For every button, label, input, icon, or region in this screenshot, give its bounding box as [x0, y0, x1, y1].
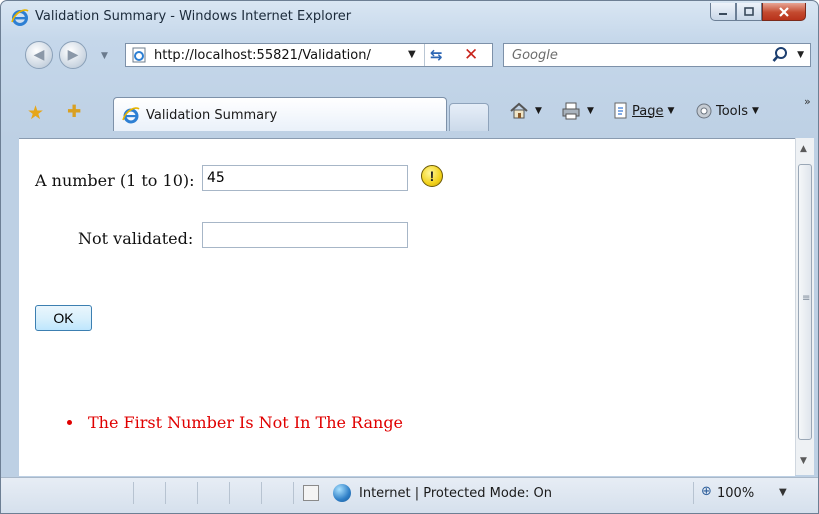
tools-menu[interactable]: Tools ▼ — [695, 102, 759, 120]
scroll-grip-icon: ≡ — [802, 293, 811, 304]
status-divider — [693, 482, 694, 504]
print-icon — [562, 102, 580, 120]
maximize-icon — [744, 7, 754, 16]
search-icon[interactable] — [772, 46, 788, 64]
close-button[interactable] — [762, 3, 806, 21]
home-button[interactable]: ▼ — [509, 102, 542, 120]
ie-page-icon — [122, 107, 140, 124]
page-menu[interactable]: Page ▼ — [613, 102, 674, 120]
window-controls — [710, 3, 806, 21]
page-icon — [132, 47, 146, 63]
zoom-level[interactable]: 100% — [717, 486, 754, 501]
status-divider — [229, 482, 230, 504]
address-url[interactable]: http://localhost:55821/Validation/ — [154, 48, 371, 63]
stop-icon[interactable]: ✕ — [464, 45, 478, 65]
status-divider — [197, 482, 198, 504]
zoom-icon[interactable]: ⊕ — [701, 484, 712, 499]
status-divider — [165, 482, 166, 504]
window-title: Validation Summary - Windows Internet Ex… — [35, 9, 352, 24]
address-bar[interactable]: http://localhost:55821/Validation/ ▼ ⇆ ✕ — [125, 43, 493, 67]
maximize-button[interactable] — [736, 3, 762, 21]
protected-mode-icon[interactable] — [303, 485, 319, 501]
forward-button[interactable]: ▶ — [59, 41, 87, 69]
browser-window: Validation Summary - Windows Internet Ex… — [0, 0, 819, 514]
home-icon — [510, 102, 528, 119]
navigation-bar: ◀ ▶ ▼ http://localhost:55821/Validation/… — [1, 39, 818, 73]
status-bar: Internet | Protected Mode: On ⊕ 100% ▼ — [1, 477, 818, 513]
number-input[interactable] — [202, 165, 408, 191]
number-label: A number (1 to 10): — [35, 171, 195, 190]
search-dropdown[interactable]: ▼ — [797, 50, 804, 60]
bullet-icon — [67, 420, 72, 425]
close-icon — [779, 6, 789, 17]
tab-title: Validation Summary — [146, 108, 278, 123]
search-box[interactable]: Google ▼ — [503, 43, 811, 67]
scrollbar-thumb[interactable]: ≡ — [798, 164, 812, 440]
back-button[interactable]: ◀ — [25, 41, 53, 69]
tab-validation-summary[interactable]: Validation Summary — [113, 97, 447, 131]
validation-error-text: The First Number Is Not In The Range — [88, 413, 404, 432]
address-dropdown[interactable]: ▼ — [408, 49, 416, 60]
print-dropdown-icon[interactable]: ▼ — [587, 106, 594, 116]
minimize-button[interactable] — [710, 3, 736, 21]
tools-menu-label[interactable]: Tools — [716, 104, 748, 119]
tab-bar: ★ ✚ Validation Summary ▼ ▼ Page ▼ Tools … — [1, 95, 818, 133]
title-bar: Validation Summary - Windows Internet Ex… — [1, 1, 818, 35]
more-commands-chevron-icon[interactable]: » — [804, 95, 811, 108]
globe-icon — [333, 484, 351, 502]
forward-arrow-icon: ▶ — [67, 47, 79, 63]
not-validated-input[interactable] — [202, 222, 408, 248]
back-arrow-icon: ◀ — [33, 47, 45, 63]
refresh-icon[interactable]: ⇆ — [430, 46, 443, 64]
ie-logo-icon — [11, 9, 29, 26]
recent-pages-dropdown[interactable]: ▼ — [101, 51, 108, 61]
vertical-scrollbar[interactable]: ▲ ≡ ▼ — [795, 138, 814, 475]
new-tab-button[interactable] — [449, 103, 489, 131]
scroll-down-icon[interactable]: ▼ — [800, 456, 807, 466]
print-button[interactable]: ▼ — [561, 102, 594, 120]
scroll-up-icon[interactable]: ▲ — [800, 144, 807, 154]
validation-warning-icon: ! — [421, 165, 443, 187]
status-divider — [133, 482, 134, 504]
page-menu-label[interactable]: Page — [632, 104, 663, 119]
home-dropdown-icon[interactable]: ▼ — [535, 106, 542, 116]
add-favorites-icon[interactable]: ✚ — [67, 102, 81, 122]
search-placeholder[interactable]: Google — [512, 48, 558, 63]
tools-dropdown-icon[interactable]: ▼ — [752, 106, 759, 116]
status-divider — [293, 482, 294, 504]
page-dropdown-icon[interactable]: ▼ — [667, 106, 674, 116]
not-validated-label: Not validated: — [78, 229, 194, 248]
ok-button[interactable]: OK — [35, 305, 92, 331]
status-divider — [261, 482, 262, 504]
validation-summary-item: The First Number Is Not In The Range — [67, 413, 403, 432]
zoom-dropdown-icon[interactable]: ▼ — [779, 487, 787, 498]
security-zone-text[interactable]: Internet | Protected Mode: On — [359, 486, 552, 501]
gear-icon — [696, 103, 712, 119]
address-separator — [424, 44, 425, 66]
favorites-star-icon[interactable]: ★ — [27, 102, 44, 124]
page-menu-icon — [614, 102, 627, 119]
minimize-icon — [719, 12, 727, 15]
